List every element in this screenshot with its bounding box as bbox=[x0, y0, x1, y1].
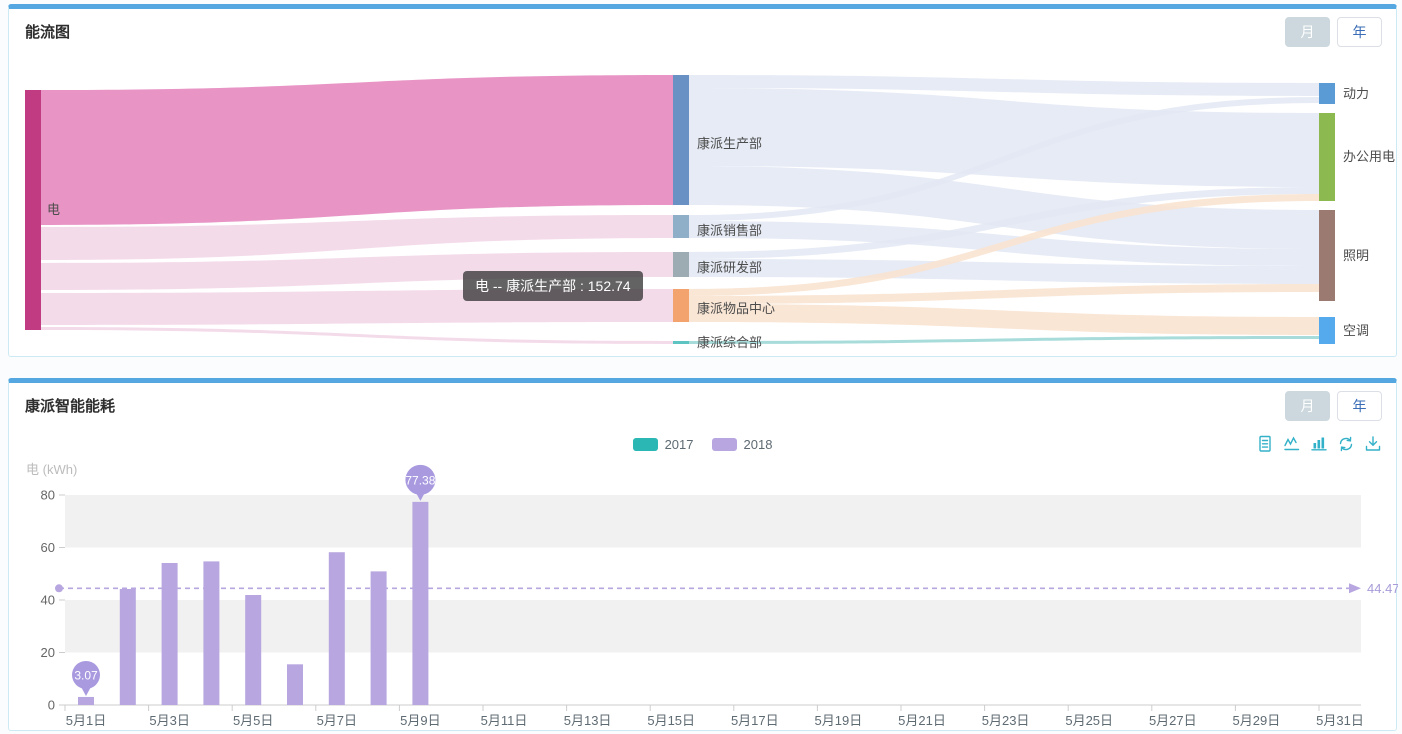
x-tick-label: 5月9日 bbox=[400, 713, 440, 728]
x-tick-label: 5月23日 bbox=[982, 713, 1030, 728]
sankey-node-康派综合部[interactable] bbox=[673, 341, 689, 344]
x-tick-label: 5月19日 bbox=[815, 713, 863, 728]
bar-5月4日[interactable] bbox=[203, 561, 219, 705]
y-tick-label: 0 bbox=[48, 698, 55, 713]
sankey-node-康派销售部[interactable] bbox=[673, 215, 689, 238]
average-value-label: 44.47 bbox=[1367, 581, 1398, 596]
sankey-node-电[interactable] bbox=[25, 90, 41, 330]
x-tick-label: 5月3日 bbox=[149, 713, 189, 728]
bar-5月6日[interactable] bbox=[287, 664, 303, 705]
sankey-node-label-康派综合部: 康派综合部 bbox=[697, 335, 762, 350]
sankey-node-康派研发部[interactable] bbox=[673, 252, 689, 277]
sankey-link-康派综合部-空调[interactable] bbox=[689, 336, 1319, 344]
y-tick-label: 60 bbox=[41, 540, 55, 555]
sankey-node-康派物品中心[interactable] bbox=[673, 289, 689, 322]
sankey-node-空调[interactable] bbox=[1319, 317, 1335, 344]
sankey-node-label-动力: 动力 bbox=[1343, 86, 1369, 101]
sankey-node-康派生产部[interactable] bbox=[673, 75, 689, 205]
sankey-link-电-康派综合部[interactable] bbox=[41, 327, 673, 344]
sankey-node-办公用电[interactable] bbox=[1319, 113, 1335, 201]
bar-5月1日[interactable] bbox=[78, 697, 94, 705]
svg-text:3.07: 3.07 bbox=[74, 668, 98, 682]
sankey-node-label-康派生产部: 康派生产部 bbox=[697, 136, 762, 151]
bar-5月5日[interactable] bbox=[245, 595, 261, 705]
bar-5月2日[interactable] bbox=[120, 589, 136, 705]
sankey-node-label-康派物品中心: 康派物品中心 bbox=[697, 301, 775, 316]
x-tick-label: 5月13日 bbox=[564, 713, 612, 728]
x-tick-label: 5月11日 bbox=[481, 713, 528, 728]
bar-5月7日[interactable] bbox=[329, 552, 345, 705]
sankey-node-label-空调: 空调 bbox=[1343, 323, 1369, 338]
x-tick-label: 5月7日 bbox=[317, 713, 357, 728]
x-tick-label: 5月31日 bbox=[1316, 713, 1364, 728]
x-tick-label: 5月15日 bbox=[647, 713, 695, 728]
markpoint-min: 3.07 bbox=[72, 661, 100, 696]
sankey-chart[interactable]: 电 康派生产部康派销售部康派研发部康派物品中心康派综合部 动力办公用电照明空调 bbox=[9, 9, 1398, 356]
sankey-node-照明[interactable] bbox=[1319, 210, 1335, 301]
sankey-node-label-康派销售部: 康派销售部 bbox=[697, 223, 762, 238]
sankey-tooltip: 电 -- 康派生产部 : 152.74 bbox=[463, 271, 643, 301]
consumption-card: 康派智能能耗 月 年 bbox=[8, 378, 1397, 731]
y-tick-label: 20 bbox=[41, 645, 55, 660]
average-line-arrow bbox=[1349, 583, 1361, 593]
x-tick-label: 5月25日 bbox=[1065, 713, 1113, 728]
y-tick-label: 40 bbox=[41, 593, 55, 608]
sankey-node-label-办公用电: 办公用电 bbox=[1343, 149, 1395, 164]
sankey-link-电-康派生产部[interactable] bbox=[41, 75, 673, 225]
x-tick-label: 5月29日 bbox=[1233, 713, 1281, 728]
bar-5月3日[interactable] bbox=[162, 563, 178, 705]
sankey-node-label-电: 电 bbox=[47, 202, 60, 217]
bar-5月9日[interactable] bbox=[412, 502, 428, 705]
energy-flow-card: 能流图 月 年 电康派生产部康派销售部康派研发部康派物品中心康派综合部动力办公用… bbox=[8, 4, 1397, 357]
svg-text:77.38: 77.38 bbox=[405, 473, 435, 487]
bar-5月8日[interactable] bbox=[371, 571, 387, 705]
x-tick-label: 5月1日 bbox=[66, 713, 106, 728]
x-tick-label: 5月17日 bbox=[731, 713, 779, 728]
bar-chart[interactable]: 0 20 40 60 80 5月1日 5月3日 5月5日 5月7日 5月9日 5月11日 5月13日 5… bbox=[9, 383, 1398, 731]
sankey-node-动力[interactable] bbox=[1319, 83, 1335, 104]
x-tick-label: 5月27日 bbox=[1149, 713, 1197, 728]
x-tick-label: 5月21日 bbox=[898, 713, 946, 728]
sankey-link-康派物品中心-空调[interactable] bbox=[689, 304, 1319, 335]
split-area-60-80 bbox=[65, 495, 1361, 548]
x-tick-label: 5月5日 bbox=[233, 713, 273, 728]
sankey-node-label-康派研发部: 康派研发部 bbox=[697, 260, 762, 275]
sankey-node-label-照明: 照明 bbox=[1343, 248, 1369, 263]
y-tick-label: 80 bbox=[41, 488, 55, 503]
average-line-dot bbox=[55, 584, 63, 592]
